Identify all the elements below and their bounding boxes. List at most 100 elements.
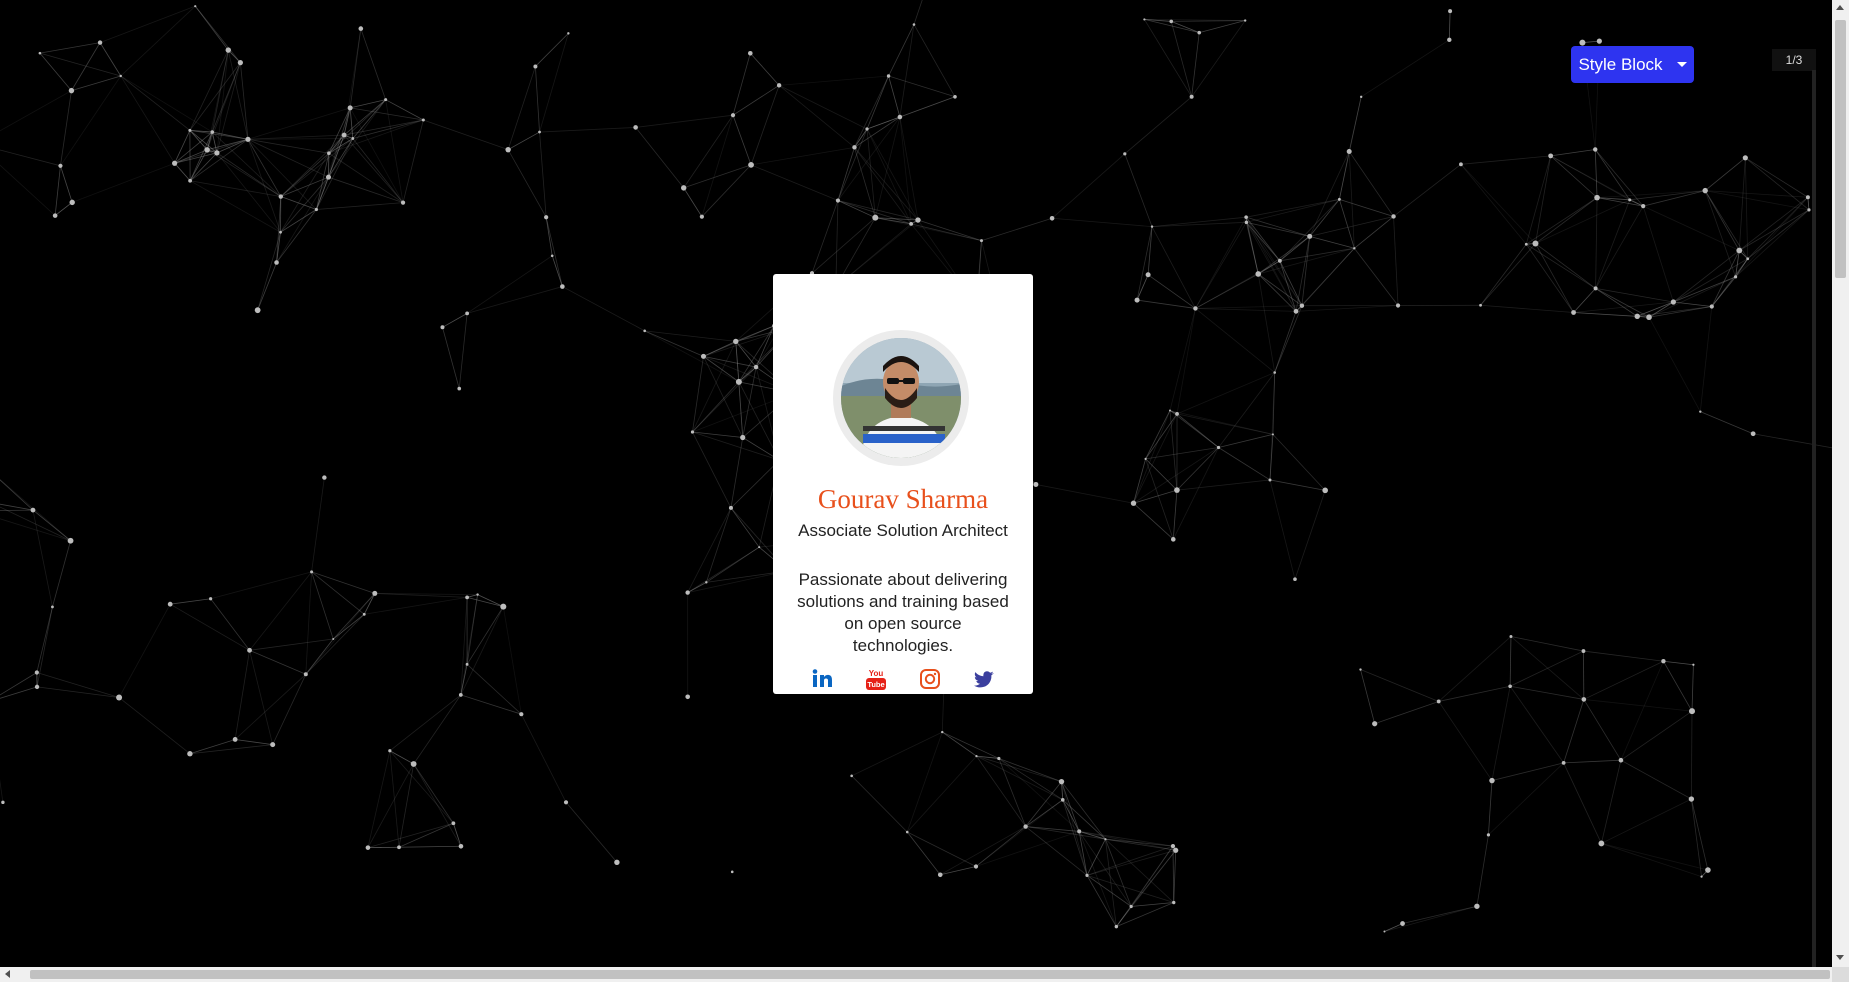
network-node: [440, 325, 445, 330]
linkedin-link[interactable]: [809, 666, 835, 692]
network-node: [1273, 371, 1277, 374]
network-node: [1372, 721, 1378, 727]
network-node: [975, 755, 978, 758]
network-line: [1360, 669, 1376, 724]
network-line: [1700, 411, 1754, 435]
vertical-scroll-thumb[interactable]: [1835, 20, 1846, 278]
horizontal-scrollbar[interactable]: [0, 967, 1832, 982]
network-node: [1268, 478, 1272, 482]
network-line: [899, 96, 956, 118]
network-line: [1510, 636, 1585, 700]
network-line: [247, 139, 281, 233]
network-node: [897, 114, 903, 120]
network-line: [1594, 149, 1631, 201]
network-line: [732, 115, 752, 166]
avatar-ring: [833, 330, 969, 466]
network-line: [305, 614, 365, 675]
network-node: [835, 198, 841, 203]
network-line: [1348, 151, 1394, 217]
youtube-link[interactable]: You Tube: [863, 666, 889, 692]
network-node: [753, 364, 759, 370]
network-line: [311, 571, 375, 594]
vertical-scrollbar[interactable]: [1832, 0, 1849, 967]
inner-scrollbar[interactable]: [1812, 70, 1816, 970]
scroll-left-arrow-icon[interactable]: [5, 970, 10, 978]
network-node: [1174, 487, 1180, 493]
network-line: [1747, 209, 1810, 260]
horizontal-scroll-thumb[interactable]: [30, 970, 1830, 979]
network-node: [327, 151, 331, 156]
network-line: [60, 90, 72, 166]
network-line: [467, 286, 563, 314]
network-line: [466, 255, 553, 314]
twitter-link[interactable]: [971, 666, 997, 692]
network-node: [1593, 147, 1598, 152]
network-node: [912, 23, 916, 26]
network-line: [1269, 479, 1296, 580]
network-line: [343, 28, 362, 136]
network-line: [644, 330, 704, 357]
network-line: [706, 546, 760, 583]
style-block-dropdown-button[interactable]: Style Block: [1571, 46, 1694, 83]
network-node: [58, 163, 63, 168]
network-line: [866, 75, 889, 130]
network-node: [1628, 198, 1632, 202]
network-node: [730, 870, 734, 874]
network-node: [852, 145, 857, 150]
network-node: [1448, 9, 1453, 14]
network-node: [1322, 487, 1328, 494]
instagram-link[interactable]: [917, 666, 943, 692]
network-line: [1360, 669, 1439, 702]
network-line: [1133, 489, 1178, 504]
network-node: [699, 214, 704, 219]
network-node: [325, 174, 331, 180]
network-line: [0, 779, 4, 803]
network-line: [779, 75, 889, 86]
network-line: [1438, 701, 1493, 781]
network-line: [1360, 39, 1450, 98]
network-node: [1359, 668, 1362, 671]
network-line: [1583, 650, 1664, 662]
network-line: [692, 431, 780, 461]
network-node: [274, 260, 279, 265]
network-line: [247, 107, 351, 140]
network-line: [874, 116, 901, 218]
network-node: [1175, 412, 1179, 416]
network-line: [907, 831, 977, 867]
network-node: [1596, 38, 1602, 44]
network-node: [519, 712, 524, 717]
network-line: [1309, 151, 1350, 237]
network-node: [314, 207, 318, 212]
network-line: [189, 744, 273, 755]
network-line: [1460, 164, 1527, 245]
network-line: [1526, 243, 1596, 289]
scroll-up-arrow-icon[interactable]: [1836, 5, 1844, 10]
network-line: [1052, 217, 1153, 228]
network-node: [237, 60, 243, 66]
network-line: [1025, 781, 1062, 827]
twitter-icon: [974, 671, 994, 688]
network-node: [1033, 481, 1039, 487]
network-line: [413, 694, 462, 765]
network-line: [332, 593, 376, 640]
network-node: [1750, 431, 1756, 437]
network-node: [1307, 233, 1313, 239]
network-line: [189, 49, 229, 131]
network-node: [1145, 272, 1151, 278]
network-line: [635, 127, 685, 189]
network-line: [0, 518, 71, 542]
network-node: [52, 213, 58, 218]
network-line: [1170, 21, 1193, 97]
network-line: [36, 672, 120, 698]
scroll-down-arrow-icon[interactable]: [1836, 955, 1844, 960]
network-node: [400, 200, 406, 205]
network-line: [750, 85, 780, 166]
network-node: [1104, 838, 1107, 841]
network-line: [1711, 250, 1740, 307]
network-line: [399, 845, 461, 848]
network-line: [1274, 305, 1303, 373]
network-node: [735, 378, 742, 385]
network-line: [1145, 447, 1219, 460]
network-node: [1144, 457, 1147, 460]
network-line: [1176, 372, 1275, 415]
